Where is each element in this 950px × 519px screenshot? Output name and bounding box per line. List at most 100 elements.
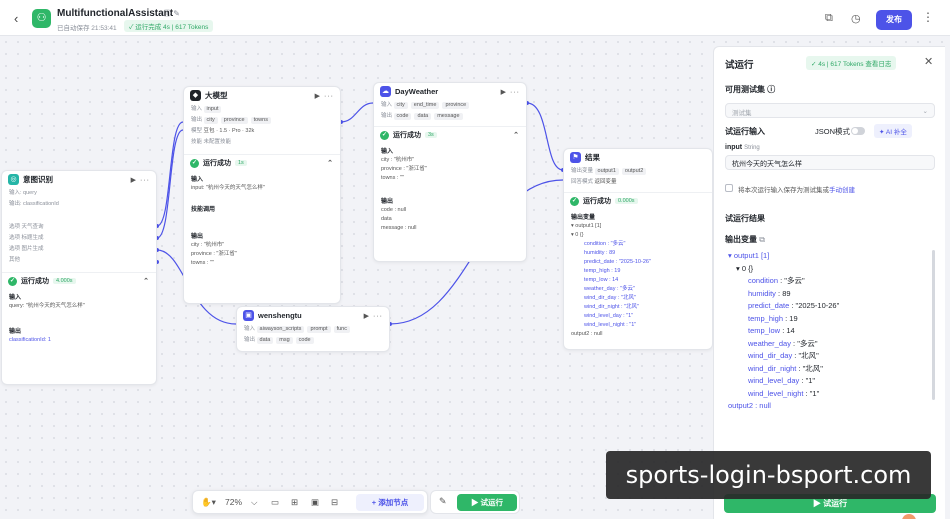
tree-line: wind_level_day : "1"	[584, 313, 634, 319]
success-icon: ✓	[380, 130, 389, 140]
edit-title-icon[interactable]: ⓘ ✎	[163, 8, 180, 19]
image-icon[interactable]: ▣	[311, 497, 319, 508]
json-mode-toggle[interactable]	[851, 127, 865, 135]
test-input-label: 试运行输入	[725, 127, 765, 136]
watermark: sports-login-bsport.com	[606, 451, 931, 499]
save-dataset-checkbox[interactable]	[725, 184, 733, 192]
tree-line: wind_dir_night : "北风"	[584, 304, 639, 310]
add-node-button[interactable]: + 添加节点	[356, 494, 424, 511]
result-status: 运行成功	[203, 160, 231, 167]
node-actions[interactable]: ▶ ···	[364, 312, 383, 320]
branch-option: 选项 图片生成	[9, 246, 44, 252]
tree-output1[interactable]: ▾ output1 [1]	[728, 250, 839, 263]
result-output-label: 输出变量	[571, 215, 596, 221]
var-pill: towns	[250, 117, 271, 124]
hand-tool-icon[interactable]: ✋▾	[201, 497, 216, 508]
zoom-chevron-icon[interactable]: ⌵	[251, 497, 257, 508]
collapse-icon[interactable]: ⌃	[143, 277, 150, 285]
success-icon: ✓	[570, 196, 579, 206]
close-icon[interactable]: ✕	[924, 55, 933, 68]
result-output-label: 输出	[381, 199, 394, 205]
tree-field: weather_day : "多云"	[748, 338, 818, 348]
skill-value: 未配置技能	[203, 139, 232, 145]
dataset-select[interactable]: 测试集 ⌄	[725, 103, 935, 118]
tree-field: wind_level_night : "1"	[748, 388, 820, 398]
var-pill: output1	[594, 168, 619, 175]
var-pill: code	[393, 113, 412, 120]
result-output-line: province : "浙江省"	[191, 251, 237, 257]
tree-line: predict_date : "2025-10-26"	[584, 259, 651, 265]
var-pill: city	[203, 117, 218, 124]
tree-line: weather_day : "多云"	[584, 286, 635, 292]
manual-create-link[interactable]: 手动创建	[829, 187, 855, 194]
node-actions[interactable]: ▶ ···	[501, 88, 520, 96]
zoom-level[interactable]: 72%	[225, 497, 242, 507]
tree-field: predict_date : "2025-10-26"	[748, 301, 840, 310]
model-name: 豆包 · 1.5 · Pro · 32k	[203, 128, 255, 134]
result-output-label: 输出	[9, 329, 22, 335]
json-mode-label: JSON模式	[815, 127, 851, 136]
result-output-line: data	[381, 216, 392, 222]
tree-line: wind_dir_day : "北风"	[584, 295, 636, 301]
llm-node[interactable]: ◆ 大模型 ▶ ··· 输入 input 输出 city province town…	[183, 86, 341, 304]
var-pill: message	[434, 113, 463, 120]
layout-icon[interactable]: ⊞	[291, 497, 298, 508]
input-name: input String	[725, 144, 760, 151]
collapse-icon[interactable]: ⌃	[513, 131, 520, 139]
tree-field: temp_low : 14	[748, 326, 795, 335]
more-icon[interactable]: ⋮	[922, 10, 934, 24]
end-icon: ⚑	[570, 152, 581, 163]
wenshengtu-node[interactable]: ▣ wenshengtu ▶ ··· 输入 aiwayson_scripts pr…	[236, 306, 390, 352]
tree-line: ▾ 0 {}	[571, 232, 584, 238]
intent-icon: ◎	[8, 174, 19, 185]
canvas-toolbar: ✋▾ 72% ⌵ ▭ ⊞ ▣ ⊟ + 添加节点	[192, 490, 428, 514]
node-actions[interactable]: ▶ ···	[315, 92, 334, 100]
tree-field: wind_level_day : "1"	[748, 376, 816, 385]
output-vars-label: 输出变量 ⧉	[725, 235, 765, 244]
tree-field: temp_high : 19	[748, 313, 798, 323]
tree-output2: output2 : null	[728, 401, 771, 410]
node-actions[interactable]: ▶ ···	[131, 176, 150, 184]
edit-icon[interactable]: ✎	[439, 496, 447, 507]
result-output-line: towns : ""	[191, 260, 214, 266]
result-label: 试运行结果	[725, 214, 765, 223]
copy-icon[interactable]: ⧉	[825, 12, 833, 25]
intent-node[interactable]: ◎ 意图识别 ▶ ··· 输入: query 输出: classificatio…	[1, 170, 157, 385]
branch-option: 选项 标题生成	[9, 235, 44, 241]
test-run-button[interactable]: ▶ 试运行	[457, 494, 517, 511]
tree-item0[interactable]: ▾ 0 {}	[728, 263, 839, 276]
result-output-value: classificationId: 1	[9, 337, 51, 343]
var-pill: aiwayson_scripts	[256, 326, 305, 333]
collapse-icon[interactable]: ⌃	[327, 159, 334, 167]
run-status-badge: ✓ 运行完成 4s | 617 Tokens	[124, 20, 214, 32]
result-input-label: 输入	[191, 177, 204, 183]
branch-option: 其他	[9, 257, 21, 263]
var-pill: city	[393, 102, 408, 109]
dayweather-node[interactable]: ☁ DayWeather ▶ ··· 输入 city end_time provin…	[373, 82, 527, 262]
panel-status-badge[interactable]: ✓ 4s | 617 Tokens 查看日志	[806, 56, 897, 70]
comment-icon[interactable]: ▭	[271, 497, 279, 508]
minimap-icon[interactable]: ⊟	[331, 497, 338, 508]
branch-option: 选项 天气查询	[9, 224, 44, 230]
run-toolbar: ✎ ▶ 试运行	[430, 490, 520, 514]
panel-scrollbar[interactable]	[932, 250, 935, 400]
result-status: 运行成功	[583, 198, 611, 205]
node-title: wenshengtu	[258, 311, 302, 320]
end-node[interactable]: ⚑ 结果 输出变量 output1 output2 回答模式 返回变量 ✓ 运行成…	[563, 148, 713, 350]
publish-button[interactable]: 发布	[876, 10, 912, 30]
output-label: 输出	[244, 337, 256, 343]
history-icon[interactable]: ◷	[851, 12, 861, 25]
ai-fill-button[interactable]: ✦ AI 补全	[874, 124, 912, 138]
result-input-line: city : "杭州市"	[381, 157, 415, 163]
input-value-field[interactable]: 杭州今天的天气怎么样	[725, 155, 935, 170]
success-icon: ✓	[190, 158, 199, 168]
result-status: 运行成功	[21, 278, 49, 285]
skill-call-label: 技能调用	[191, 207, 216, 213]
back-icon[interactable]: ‹	[14, 11, 18, 26]
result-time: 1s	[235, 160, 247, 166]
tree-line: condition : "多云"	[584, 241, 626, 247]
app-logo-icon: ⚇	[32, 9, 51, 28]
tree-line: humidity : 89	[584, 250, 616, 256]
tree-field: wind_dir_night : "北风"	[748, 363, 823, 373]
node-title: 大模型	[205, 91, 228, 100]
